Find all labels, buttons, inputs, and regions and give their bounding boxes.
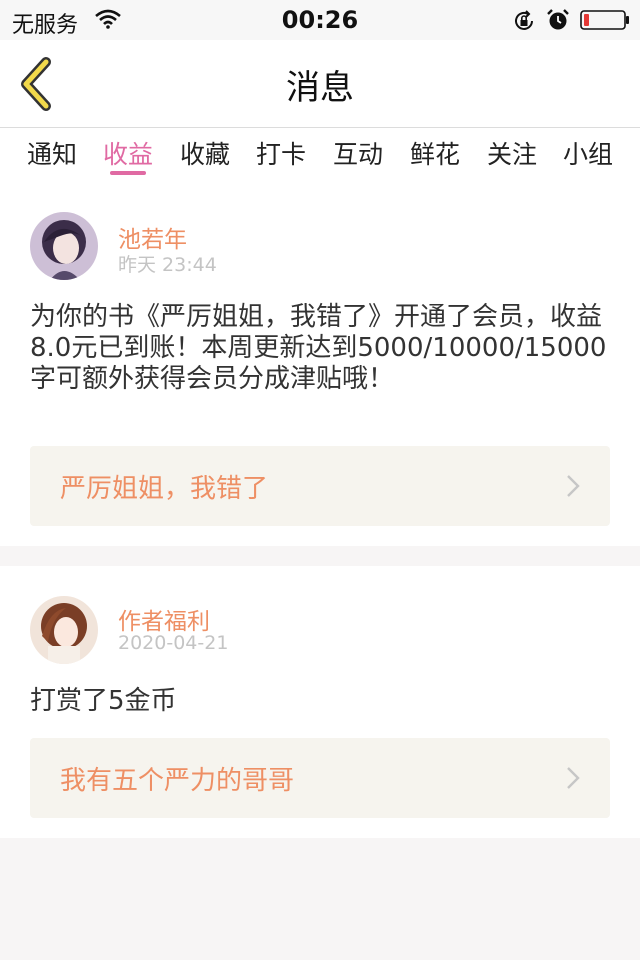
status-time: 00:26 <box>281 6 359 34</box>
chevron-right-icon <box>566 474 580 502</box>
rotation-lock-icon <box>512 9 536 37</box>
tab-following[interactable]: 关注 <box>473 135 551 171</box>
chevron-right-icon <box>566 766 580 794</box>
tab-earnings[interactable]: 收益 <box>89 135 167 171</box>
tab-bar: 通知 收益 收藏 打卡 互动 鲜花 关注 小组 <box>0 128 640 180</box>
message-text: 为你的书《严厉姐姐，我错了》开通了会员，收益8.0元已到账！本周更新达到5000… <box>30 302 607 394</box>
avatar[interactable] <box>30 596 98 664</box>
message-card: 池若年 昨天 23:44 为你的书《严厉姐姐，我错了》开通了会员，收益8.0元已… <box>0 180 640 546</box>
sender-name: 池若年 <box>118 227 187 253</box>
tab-groups[interactable]: 小组 <box>549 135 627 171</box>
sender-name: 作者福利 <box>118 609 210 635</box>
book-link[interactable]: 我有五个严力的哥哥 <box>30 738 610 818</box>
tab-notification[interactable]: 通知 <box>13 135 91 171</box>
book-link-label: 严厉姐姐，我错了 <box>60 474 269 504</box>
battery-icon <box>580 10 630 34</box>
page-title: 消息 <box>286 68 354 108</box>
avatar[interactable] <box>30 212 98 280</box>
status-bar: 无服务 00:26 <box>0 0 640 40</box>
message-time: 昨天 23:44 <box>118 254 217 276</box>
message-time: 2020-04-21 <box>118 632 229 654</box>
message-card: 作者福利 2020-04-21 打赏了5金币 我有五个严力的哥哥 <box>0 566 640 838</box>
tab-flowers[interactable]: 鲜花 <box>396 135 474 171</box>
nav-bar: 消息 <box>0 40 640 128</box>
tab-checkin[interactable]: 打卡 <box>242 135 320 171</box>
tab-favorites[interactable]: 收藏 <box>166 135 244 171</box>
book-link-label: 我有五个严力的哥哥 <box>60 766 295 796</box>
message-text: 打赏了5金币 <box>30 686 177 716</box>
alarm-icon <box>546 8 570 36</box>
active-tab-indicator <box>110 171 146 175</box>
tab-interaction[interactable]: 互动 <box>319 135 397 171</box>
book-link[interactable]: 严厉姐姐，我错了 <box>30 446 610 526</box>
